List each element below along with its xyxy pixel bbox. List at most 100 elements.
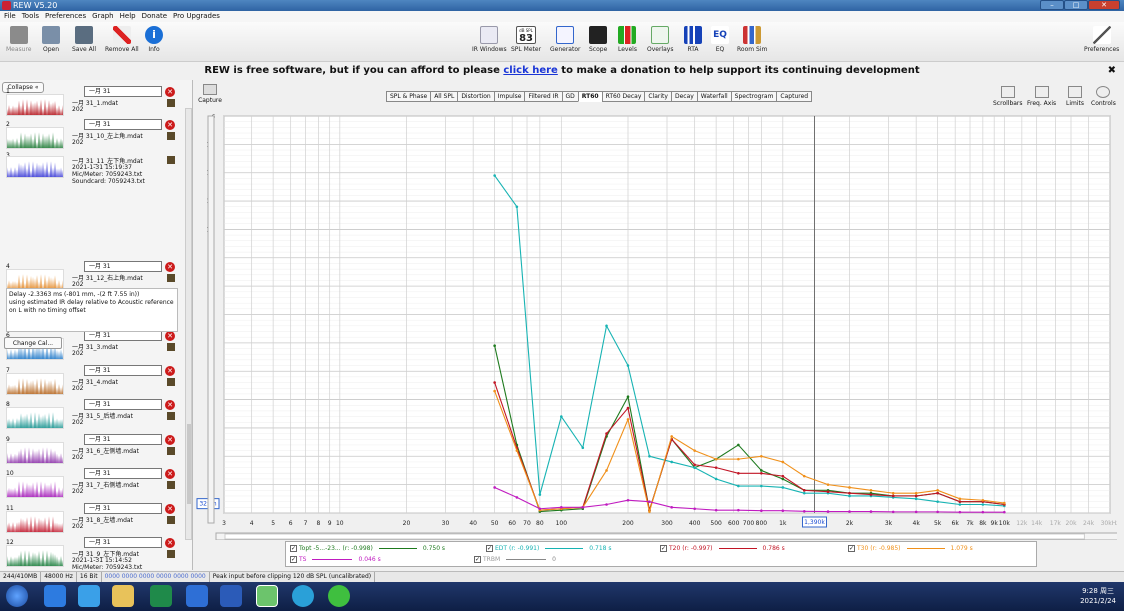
taskbar-word-icon[interactable] (220, 585, 242, 607)
measurement-name-field[interactable]: 一月 31 (84, 502, 162, 514)
measurement-name-field[interactable]: 一月 31 (84, 433, 162, 445)
measurement-item[interactable]: 7 一月 31 ✕ 一月 31_4.mdat 202 (2, 364, 180, 395)
generator-button[interactable]: Generator (550, 26, 580, 53)
tab-filtered-ir[interactable]: Filtered IR (524, 91, 563, 102)
delete-measurement-icon[interactable]: ✕ (165, 469, 175, 479)
measurement-name-field[interactable]: 一月 31 (84, 261, 162, 272)
measurement-item[interactable]: 3一月 31✕一月 31_11_左下角.mdat2021-1-31 15:19:… (2, 152, 180, 208)
menu-tools[interactable]: Tools (22, 11, 39, 22)
limits-control[interactable]: Limits (1066, 86, 1084, 107)
taskbar-wechat-icon[interactable] (328, 585, 350, 607)
measurements-scrollbar[interactable] (185, 108, 192, 540)
legend-checkbox[interactable]: ✓ (848, 545, 855, 552)
menu-file[interactable]: File (4, 11, 16, 22)
measurement-name-field[interactable]: 一月 31 (84, 468, 162, 479)
legend-entry[interactable]: ✓ TS 0.046 s (290, 556, 381, 563)
legend-checkbox[interactable]: ✓ (474, 556, 481, 563)
measurement-item[interactable]: 11 一月 31 ✕ 一月 31_8_左墙.mdat 202 (2, 502, 180, 533)
menu-donate[interactable]: Donate (142, 11, 167, 22)
tab-decay[interactable]: Decay (670, 91, 698, 102)
delete-measurement-icon[interactable]: ✕ (165, 503, 175, 514)
rt60-chart[interactable]: 012345678910111213s345678910203040506070… (196, 108, 1119, 541)
speaker-icon[interactable] (167, 132, 175, 140)
eq-button[interactable]: EQ EQ (711, 26, 729, 53)
tab-clarity[interactable]: Clarity (644, 91, 672, 102)
delete-measurement-icon[interactable]: ✕ (165, 400, 175, 410)
tab-all-spl[interactable]: All SPL (430, 91, 459, 102)
remove-all-button[interactable]: Remove All (105, 26, 139, 53)
scope-button[interactable]: Scope (589, 26, 607, 53)
speaker-icon[interactable] (167, 446, 175, 455)
info-button[interactable]: i Info (145, 26, 163, 53)
maximize-button[interactable]: □ (1064, 0, 1088, 10)
delete-measurement-icon[interactable]: ✕ (165, 365, 175, 376)
delete-measurement-icon[interactable]: ✕ (165, 538, 175, 548)
tab-spl-phase[interactable]: SPL & Phase (386, 91, 432, 102)
speaker-icon[interactable] (167, 343, 175, 351)
measurement-item[interactable]: 2 一月 31 ✕ 一月 31_10_左上角.mdat 202 (2, 119, 180, 149)
ir-windows-button[interactable]: IR Windows (472, 26, 507, 53)
legend-entry[interactable]: ✓ TRBM 0 (474, 556, 556, 563)
taskbar-rew-icon[interactable] (256, 585, 278, 607)
taskbar-app-icon[interactable] (78, 585, 100, 607)
taskbar-media-icon[interactable] (150, 585, 172, 607)
menu-graph[interactable]: Graph (92, 11, 113, 22)
save-all-button[interactable]: Save All (72, 26, 96, 53)
measurement-notes[interactable]: Delay -2.3363 ms (-801 mm, -(2 ft 7.55 i… (6, 288, 178, 332)
measurement-name-field[interactable]: 一月 31 (84, 86, 162, 97)
legend-entry[interactable]: ✓ T30 (r: -0.985) 1.079 s (848, 545, 973, 552)
overlays-button[interactable]: Overlays (647, 26, 673, 53)
change-cal-button[interactable]: Change Cal... (4, 337, 62, 349)
open-button[interactable]: Open (42, 26, 60, 53)
scrollbars-control[interactable]: Scrollbars (993, 86, 1023, 107)
legend-checkbox[interactable]: ✓ (290, 556, 297, 563)
menu-preferences[interactable]: Preferences (45, 11, 86, 22)
controls-control[interactable]: Controls (1091, 86, 1116, 107)
menu-pro-upgrades[interactable]: Pro Upgrades (173, 11, 220, 22)
tab-rt60-decay[interactable]: RT60 Decay (601, 91, 646, 102)
speaker-icon[interactable] (167, 412, 175, 420)
minimize-button[interactable]: – (1040, 0, 1064, 10)
capture-button[interactable]: Capture (197, 84, 223, 104)
legend-checkbox[interactable]: ✓ (660, 545, 667, 552)
speaker-icon[interactable] (167, 481, 175, 489)
delete-measurement-icon[interactable]: ✕ (165, 434, 175, 445)
tab-spectrogram[interactable]: Spectrogram (730, 91, 778, 102)
legend-entry[interactable]: ✓ EDT (r: -0.991) 0.718 s (486, 545, 612, 552)
tab-impulse[interactable]: Impulse (493, 91, 526, 102)
spl-meter-button[interactable]: dB SPL 83 SPL Meter (511, 26, 541, 53)
scrollbar-thumb[interactable] (187, 424, 191, 504)
delete-measurement-icon[interactable]: ✕ (165, 331, 175, 341)
legend-entry[interactable]: ✓ Topt -5...-23... (r: -0.998) 0.750 s (290, 545, 445, 552)
speaker-icon[interactable] (167, 99, 175, 107)
measurement-item[interactable]: 4 一月 31 ✕ 一月 31_12_右上角.mdat 202 (2, 261, 180, 291)
measurement-name-field[interactable]: 一月 31 (84, 364, 162, 376)
taskbar-app-icon[interactable] (186, 585, 208, 607)
measurement-item[interactable]: 9 一月 31 ✕ 一月 31_6_左侧墙.mdat 202 (2, 433, 180, 464)
donate-link[interactable]: click here (503, 65, 557, 76)
measure-button[interactable]: Measure (6, 26, 32, 53)
measurement-name-field[interactable]: 一月 31 (84, 537, 162, 548)
rt60-plot-svg[interactable]: 012345678910111213s345678910203040506070… (196, 108, 1119, 541)
start-button[interactable] (6, 585, 28, 607)
measurement-item[interactable]: 1 一月 31 ✕ 一月 31_1.mdat 202 (2, 86, 180, 116)
tab-gd[interactable]: GD (561, 91, 579, 102)
measurement-item[interactable]: 12 一月 31 ✕ 一月 31_9_左下角.mdat 2021-1-31 15:14:… (2, 537, 180, 571)
speaker-icon[interactable] (167, 515, 175, 524)
delete-measurement-icon[interactable]: ✕ (165, 87, 175, 97)
legend-checkbox[interactable]: ✓ (290, 545, 297, 552)
delete-measurement-icon[interactable]: ✕ (165, 120, 175, 130)
close-banner-icon[interactable]: ✖ (1108, 63, 1116, 78)
delete-measurement-icon[interactable]: ✕ (165, 262, 175, 272)
speaker-icon[interactable] (167, 156, 175, 164)
measurement-item[interactable]: 8 一月 31 ✕ 一月 31_5_后墙.mdat 202 (2, 399, 180, 429)
menu-help[interactable]: Help (120, 11, 136, 22)
system-clock[interactable]: 9:28 周三 2021/2/24 (1080, 586, 1116, 606)
tab-distortion[interactable]: Distortion (457, 91, 495, 102)
speaker-icon[interactable] (167, 377, 175, 386)
measurement-name-field[interactable]: 一月 31 (84, 399, 162, 410)
measurement-item[interactable]: 10 一月 31 ✕ 一月 31_7_右侧墙.mdat 202 (2, 468, 180, 498)
close-button[interactable]: ✕ (1088, 0, 1120, 10)
freq-axis-control[interactable]: Freq. Axis (1027, 86, 1056, 107)
tab-waterfall[interactable]: Waterfall (696, 91, 732, 102)
